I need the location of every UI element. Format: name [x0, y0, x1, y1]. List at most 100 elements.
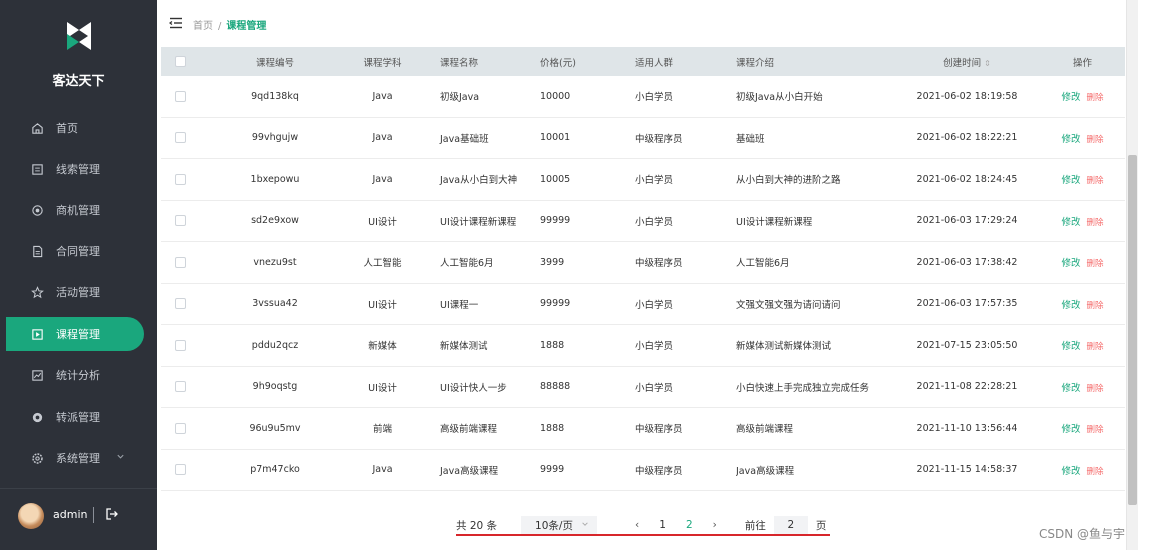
delete-button[interactable]: 删除 [1087, 425, 1104, 435]
row-checkbox[interactable] [175, 256, 186, 268]
sidebar-item-label: 活动管理 [56, 286, 100, 299]
scrollbar-thumb[interactable] [1128, 155, 1137, 505]
cell-price: 99999 [540, 215, 571, 227]
header-introduction: 课程介绍 [736, 57, 775, 69]
sidebar-item-label: 首页 [56, 122, 78, 135]
row-check-cell [161, 422, 200, 434]
sidebar-item-courses[interactable]: 课程管理 [6, 317, 144, 351]
cell-actions: 修改 删除 [1040, 463, 1125, 477]
row-checkbox[interactable] [175, 173, 186, 185]
total-count: 共 20 条 [456, 519, 498, 532]
cell-subject: UI设计 [368, 382, 397, 394]
table-row: 1bxepowu Java Java从小白到大神 10005 小白学员 从小白到大神的进阶… [161, 159, 1125, 201]
table-row: p7m47cko Java Java高级课程 9999 中级程序员 Java高级课程 202… [161, 449, 1125, 491]
header-created-time-sortable[interactable]: 创建时间 ⇕ [894, 55, 1040, 69]
cell-course-id: sd2e9xow [251, 215, 299, 227]
sidebar-item-statistics[interactable]: 统计分析 [6, 358, 144, 392]
sidebar-item-label: 统计分析 [56, 369, 100, 382]
delete-button[interactable]: 删除 [1087, 467, 1104, 477]
goto-label: 前往 [744, 519, 766, 532]
delete-button[interactable]: 删除 [1087, 176, 1104, 186]
page-2-button[interactable]: 2 [686, 519, 693, 531]
sidebar-item-opportunities[interactable]: 商机管理 [6, 193, 144, 227]
row-checkbox[interactable] [175, 339, 186, 351]
cell-audience: 中级程序员 [635, 258, 683, 270]
sidebar-item-transfer[interactable]: 转派管理 [6, 400, 144, 434]
delete-button[interactable]: 删除 [1087, 218, 1104, 228]
sidebar-item-system[interactable]: 系统管理 [6, 441, 144, 475]
cell-introduction: 小白快速上手完成独立完成任务 [736, 382, 870, 394]
cell-audience: 小白学员 [635, 175, 674, 187]
next-page-button[interactable]: › [713, 519, 717, 531]
select-all-checkbox[interactable] [175, 56, 186, 67]
row-check-cell [161, 298, 200, 310]
page-1-button[interactable]: 1 [659, 519, 666, 531]
cell-actions: 修改 删除 [1040, 380, 1125, 394]
edit-button[interactable]: 修改 [1061, 217, 1080, 228]
page-size-select[interactable]: 10条/页 [521, 516, 598, 534]
cell-actions: 修改 删除 [1040, 297, 1125, 311]
cell-price: 3999 [540, 256, 565, 268]
app-logo[interactable]: 客达天下 [0, 0, 157, 100]
sort-icon[interactable]: ⇕ [984, 59, 991, 68]
sidebar-item-activities[interactable]: 活动管理 [6, 275, 144, 309]
row-check-cell [161, 173, 200, 185]
cell-introduction: UI设计课程新课程 [736, 216, 813, 228]
header-course-name: 课程名称 [440, 57, 479, 69]
row-checkbox[interactable] [175, 215, 186, 227]
cell-created-time: 2021-06-03 17:29:24 [916, 215, 1018, 227]
cell-subject: Java [372, 132, 393, 144]
course-table: 课程编号 课程学科 课程名称 价格(元) 适用人群 课程介绍 创建时间 ⇕ 操作 … [161, 47, 1125, 491]
cell-course-name: 新媒体测试 [440, 341, 488, 353]
row-checkbox[interactable] [175, 422, 186, 434]
edit-button[interactable]: 修改 [1061, 466, 1080, 477]
row-checkbox[interactable] [175, 464, 186, 476]
table-body: 9qd138kq Java 初级Java 10000 小白学员 初级Java从小白开始 20… [161, 76, 1125, 491]
edit-button[interactable]: 修改 [1061, 258, 1080, 269]
delete-button[interactable]: 删除 [1087, 384, 1104, 394]
row-checkbox[interactable] [175, 132, 186, 144]
edit-button[interactable]: 修改 [1061, 92, 1080, 103]
menu-fold-icon[interactable] [169, 16, 183, 30]
edit-button[interactable]: 修改 [1061, 341, 1080, 352]
cell-created-time: 2021-11-15 14:58:37 [916, 464, 1018, 476]
delete-button[interactable]: 删除 [1087, 301, 1104, 311]
edit-button[interactable]: 修改 [1061, 175, 1080, 186]
edit-button[interactable]: 修改 [1061, 300, 1080, 311]
edit-button[interactable]: 修改 [1061, 424, 1080, 435]
table-row: vnezu9st 人工智能 人工智能6月 3999 中级程序员 人工智能6月 2021-06… [161, 242, 1125, 284]
delete-button[interactable]: 删除 [1087, 342, 1104, 352]
row-checkbox[interactable] [175, 298, 186, 310]
cell-price: 1888 [540, 422, 565, 434]
sidebar-item-home[interactable]: 首页 [6, 111, 144, 145]
sidebar-item-label: 课程管理 [56, 328, 100, 341]
row-checkbox[interactable] [175, 381, 186, 393]
delete-button[interactable]: 删除 [1087, 93, 1104, 103]
cell-audience: 中级程序员 [635, 133, 683, 145]
cell-subject: Java [372, 173, 393, 185]
cell-course-name: Java从小白到大神 [440, 175, 518, 187]
cell-course-name: 人工智能6月 [440, 258, 494, 270]
delete-button[interactable]: 删除 [1087, 259, 1104, 269]
cell-introduction: 人工智能6月 [736, 258, 790, 270]
logo-mark-icon [67, 22, 91, 50]
sidebar-item-clues[interactable]: 线索管理 [6, 152, 144, 186]
edit-button[interactable]: 修改 [1061, 134, 1080, 145]
cell-introduction: 高级前端课程 [736, 424, 794, 436]
activity-icon [30, 285, 44, 299]
header-actions: 操作 [1072, 57, 1092, 69]
cell-created-time: 2021-11-10 13:56:44 [916, 422, 1018, 434]
avatar[interactable] [18, 503, 44, 529]
row-checkbox[interactable] [175, 90, 186, 102]
goto-page-input[interactable]: 2 [773, 516, 808, 534]
logout-icon[interactable] [104, 506, 120, 522]
delete-button[interactable]: 删除 [1087, 135, 1104, 145]
edit-button[interactable]: 修改 [1061, 383, 1080, 394]
row-check-cell [161, 90, 200, 102]
breadcrumb-home[interactable]: 首页 [193, 21, 213, 32]
cell-audience: 小白学员 [635, 216, 674, 228]
table-row: 9qd138kq Java 初级Java 10000 小白学员 初级Java从小白开始 20… [161, 76, 1125, 118]
prev-page-button[interactable]: ‹ [635, 519, 639, 531]
sidebar-item-contracts[interactable]: 合同管理 [6, 234, 144, 268]
cell-introduction: 从小白到大神的进阶之路 [736, 175, 841, 187]
